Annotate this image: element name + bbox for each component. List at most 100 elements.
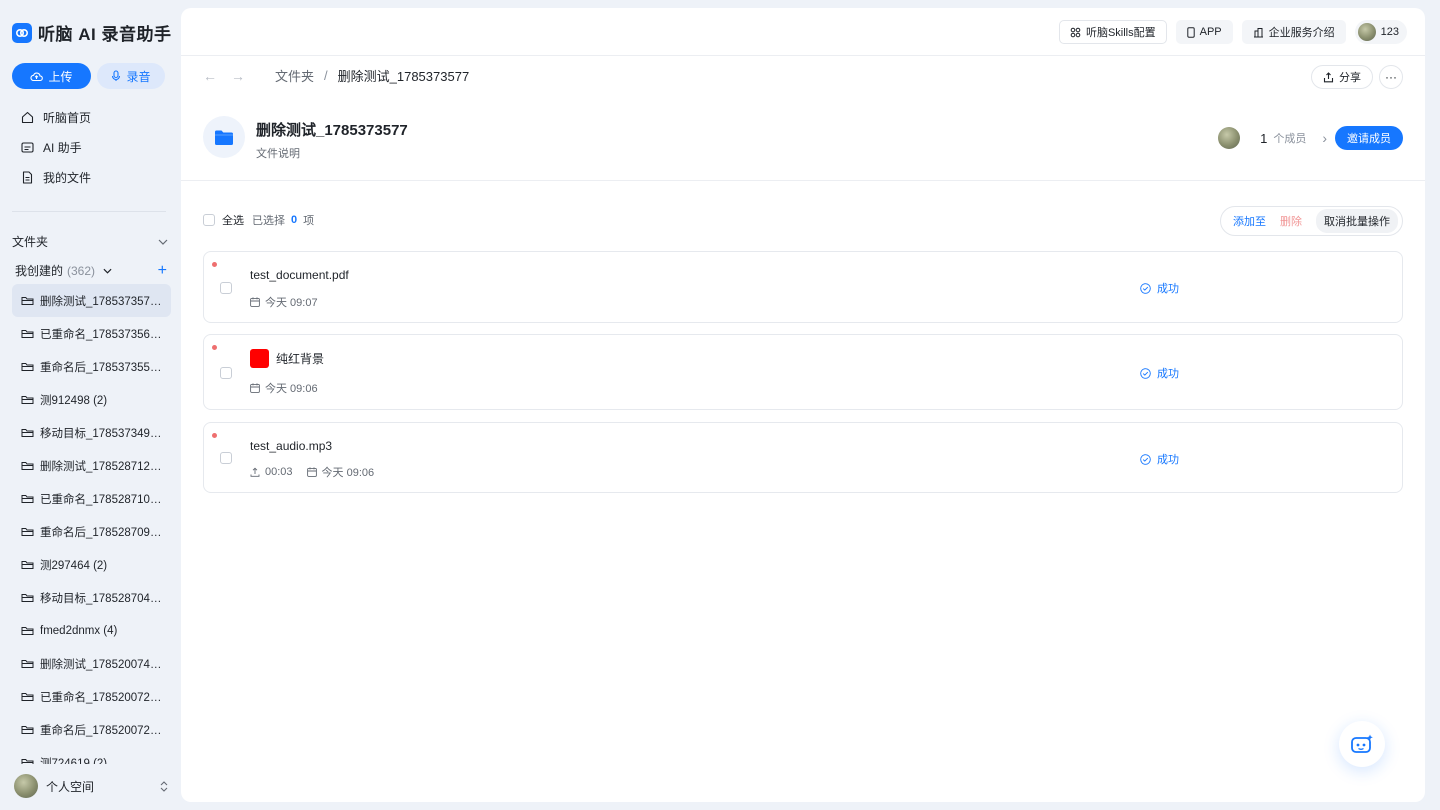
folder-item-label: fmed2dnmx (4) bbox=[40, 624, 118, 637]
folder-item[interactable]: 重命名后_1785287096 (2) bbox=[12, 515, 171, 548]
space-label: 个人空间 bbox=[46, 779, 95, 794]
file-name[interactable]: 纯红背景 bbox=[250, 349, 324, 368]
folder-description[interactable]: 文件说明 bbox=[256, 145, 300, 161]
file-row[interactable]: test_document.pdf 今天 09:07 成功 bbox=[203, 251, 1403, 323]
back-arrow-icon[interactable]: ← bbox=[203, 68, 217, 84]
folder-item-label: 删除测试_1785200743 (3) bbox=[40, 658, 164, 671]
invite-members-button[interactable]: 邀请成员 bbox=[1335, 126, 1403, 150]
folder-icon bbox=[21, 693, 34, 701]
select-all-label[interactable]: 全选 bbox=[222, 212, 244, 228]
folder-item[interactable]: 已重命名_1785373562 (2) bbox=[12, 317, 171, 350]
more-button[interactable]: ··· bbox=[1379, 65, 1403, 89]
folder-item[interactable]: 移动目标_1785373497 (2) bbox=[12, 416, 171, 449]
my-created-count: (362) bbox=[67, 263, 96, 278]
chevron-down-icon[interactable] bbox=[103, 268, 112, 274]
folder-item[interactable]: 测297464 (2) bbox=[12, 548, 171, 581]
ai-assistant-icon bbox=[21, 141, 34, 153]
folder-item-label: 测912498 (2) bbox=[40, 394, 108, 407]
brand[interactable]: 听脑 AI 录音助手 bbox=[12, 20, 171, 45]
folder-icon bbox=[21, 528, 34, 536]
folder-icon bbox=[21, 561, 34, 569]
folder-item[interactable]: 测724619 (2) bbox=[12, 746, 171, 764]
breadcrumb: ← → 文件夹 / 删除测试_1785373577 bbox=[203, 66, 469, 85]
breadcrumb-current: 删除测试_1785373577 bbox=[337, 69, 470, 84]
folder-item-label: 重命名后_1785287096 (2) bbox=[40, 526, 164, 539]
home-icon bbox=[21, 111, 34, 123]
members-summary[interactable]: 1 个成员 › bbox=[1218, 127, 1327, 149]
my-created-label: 我创建的 bbox=[15, 264, 64, 278]
building-icon bbox=[1253, 27, 1263, 37]
share-icon bbox=[1323, 71, 1334, 82]
chevron-right-icon: › bbox=[1322, 130, 1327, 146]
folder-icon bbox=[21, 495, 34, 503]
enterprise-service-button[interactable]: 企业服务介绍 bbox=[1241, 20, 1346, 44]
folder-item[interactable]: 删除测试_1785287120 (3) bbox=[12, 449, 171, 482]
file-row[interactable]: 纯红背景 今天 09:06 成功 bbox=[203, 334, 1403, 410]
app-button[interactable]: APP bbox=[1175, 20, 1233, 44]
folder-item[interactable]: fmed2dnmx (4) bbox=[12, 614, 171, 647]
folder-hero-icon bbox=[203, 116, 245, 158]
folder-list: 删除测试_1785373577 (3) 已重命名_1785373562 (2) … bbox=[12, 284, 171, 764]
status-badge: 成功 bbox=[1140, 280, 1179, 296]
select-all-checkbox[interactable] bbox=[203, 214, 215, 226]
record-label: 录音 bbox=[126, 69, 151, 84]
folders-section-header[interactable]: 文件夹 bbox=[12, 233, 168, 250]
check-circle-icon bbox=[1140, 367, 1151, 379]
member-avatar bbox=[1218, 127, 1241, 149]
chevron-up-down-icon bbox=[160, 780, 168, 792]
batch-actions: 添加至 删除 取消批量操作 bbox=[1220, 206, 1403, 236]
status-text: 成功 bbox=[1157, 368, 1179, 380]
file-icon bbox=[22, 170, 33, 184]
record-button[interactable]: 录音 bbox=[97, 63, 165, 89]
folder-item[interactable]: 已重命名_1785200729 (2) bbox=[12, 680, 171, 713]
folder-icon bbox=[21, 330, 34, 338]
folder-item-label: 重命名后_1785373552 (2) bbox=[40, 361, 164, 374]
app-name: 听脑 AI 录音助手 bbox=[38, 25, 172, 44]
file-row[interactable]: test_audio.mp3 00:03 今天 09:06 成功 bbox=[203, 422, 1403, 493]
chevron-down-icon[interactable] bbox=[158, 239, 168, 245]
row-checkbox[interactable] bbox=[220, 282, 232, 294]
file-time: 今天 09:07 bbox=[265, 297, 318, 309]
file-time: 今天 09:06 bbox=[321, 467, 375, 479]
row-checkbox[interactable] bbox=[220, 452, 232, 464]
delete-button[interactable]: 删除 bbox=[1280, 213, 1302, 229]
file-name[interactable]: test_document.pdf bbox=[250, 268, 349, 282]
user-menu[interactable]: 123 bbox=[1354, 20, 1407, 44]
enterprise-service-label: 企业服务介绍 bbox=[1268, 27, 1335, 39]
folder-item-label: 移动目标_1785373497 (2) bbox=[40, 427, 164, 440]
folders-label: 文件夹 bbox=[12, 235, 49, 249]
folder-item[interactable]: 重命名后_1785373552 (2) bbox=[12, 350, 171, 383]
nav-item-ai-assistant[interactable]: AI 助手 bbox=[12, 132, 168, 162]
folder-item[interactable]: 重命名后_1785200720 (2) bbox=[12, 713, 171, 746]
upload-label: 上传 bbox=[48, 69, 73, 84]
row-checkbox[interactable] bbox=[220, 367, 232, 379]
cancel-batch-button[interactable]: 取消批量操作 bbox=[1316, 209, 1398, 233]
ai-assistant-float-button[interactable] bbox=[1339, 721, 1385, 767]
nav-item-home[interactable]: 听脑首页 bbox=[12, 102, 168, 132]
breadcrumb-parent[interactable]: 文件夹 bbox=[275, 66, 314, 85]
robot-icon bbox=[1351, 734, 1373, 753]
share-button[interactable]: 分享 bbox=[1311, 65, 1373, 89]
folder-item-label: 删除测试_1785287120 (3) bbox=[40, 460, 164, 473]
skills-config-label: 听脑Skills配置 bbox=[1085, 27, 1156, 39]
forward-arrow-icon[interactable]: → bbox=[231, 68, 245, 84]
folder-item[interactable]: 测912498 (2) bbox=[12, 383, 171, 416]
folder-item[interactable]: 已重命名_1785287107 (2) bbox=[12, 482, 171, 515]
skills-config-button[interactable]: 听脑Skills配置 bbox=[1058, 20, 1167, 44]
upload-button[interactable]: 上传 bbox=[12, 63, 91, 89]
sidebar-nav: 听脑首页 AI 助手 我的文件 bbox=[12, 102, 168, 192]
space-switcher[interactable]: 个人空间 bbox=[14, 773, 170, 799]
nav-item-label: 听脑首页 bbox=[43, 110, 92, 125]
add-to-button[interactable]: 添加至 bbox=[1233, 213, 1266, 229]
folder-item[interactable]: 删除测试_1785200743 (3) bbox=[12, 647, 171, 680]
my-created-header[interactable]: 我创建的 (362) + bbox=[15, 262, 167, 279]
add-folder-icon[interactable]: + bbox=[158, 262, 167, 278]
folder-icon bbox=[21, 363, 34, 371]
nav-item-my-files[interactable]: 我的文件 bbox=[12, 162, 168, 192]
folder-item[interactable]: 移动目标_1785287046 (2) bbox=[12, 581, 171, 614]
calendar-icon bbox=[306, 467, 317, 477]
file-name[interactable]: test_audio.mp3 bbox=[250, 439, 332, 453]
skills-icon bbox=[1070, 27, 1081, 37]
check-circle-icon bbox=[1140, 453, 1151, 465]
folder-item[interactable]: 删除测试_1785373577 (3) bbox=[12, 284, 171, 317]
